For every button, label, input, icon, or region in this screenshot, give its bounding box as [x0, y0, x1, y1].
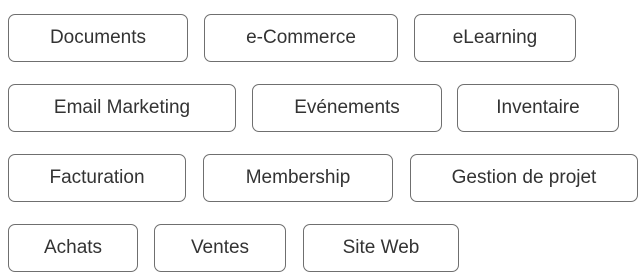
tag-documents-button[interactable]: Documents — [8, 14, 188, 62]
tag-ecommerce-button[interactable]: e-Commerce — [204, 14, 398, 62]
category-tag-grid: Documents e-Commerce eLearning Email Mar… — [0, 0, 641, 272]
tag-elearning-button[interactable]: eLearning — [414, 14, 576, 62]
tag-email-marketing-button[interactable]: Email Marketing — [8, 84, 236, 132]
tag-inventaire-button[interactable]: Inventaire — [457, 84, 619, 132]
tag-site-web-button[interactable]: Site Web — [303, 224, 459, 272]
tag-achats-button[interactable]: Achats — [8, 224, 138, 272]
tag-facturation-button[interactable]: Facturation — [8, 154, 186, 202]
tag-membership-button[interactable]: Membership — [203, 154, 393, 202]
tag-gestion-de-projet-button[interactable]: Gestion de projet — [410, 154, 638, 202]
tag-ventes-button[interactable]: Ventes — [154, 224, 286, 272]
tag-evenements-button[interactable]: Evénements — [252, 84, 442, 132]
